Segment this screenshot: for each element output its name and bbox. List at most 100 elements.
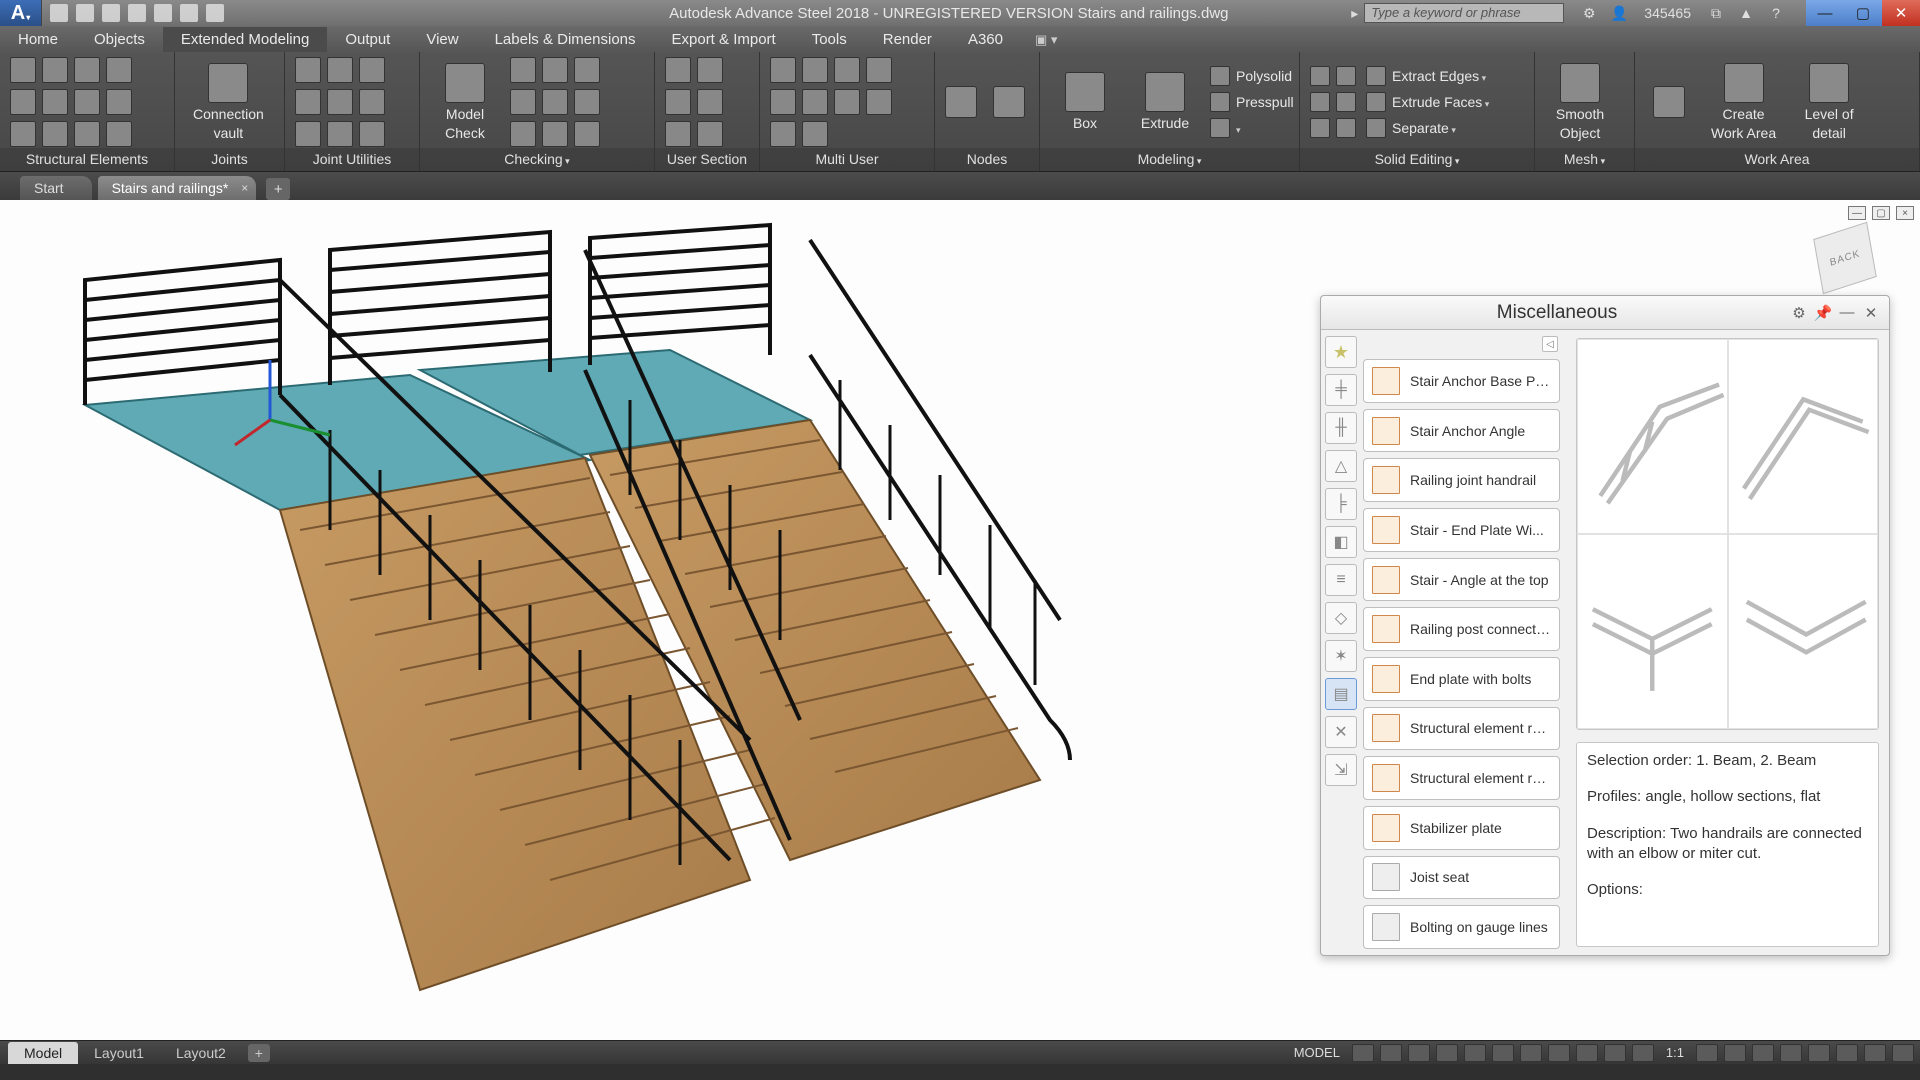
palette-item[interactable]: Bolting on gauge lines — [1363, 905, 1560, 949]
tab-view[interactable]: View — [408, 27, 476, 52]
presspull-button[interactable]: Presspull — [1210, 92, 1294, 112]
vp-maximize-icon[interactable]: ▢ — [1872, 206, 1890, 220]
tab-render[interactable]: Render — [865, 27, 950, 52]
ju-icon[interactable] — [327, 57, 353, 83]
sed-icon[interactable] — [1336, 92, 1356, 112]
tab-output[interactable]: Output — [327, 27, 408, 52]
panel-label[interactable]: Joints — [175, 148, 284, 171]
us-icon[interactable] — [665, 89, 691, 115]
cat-misc-icon[interactable]: ▤ — [1325, 678, 1357, 710]
status-isolate-icon[interactable] — [1808, 1044, 1830, 1062]
palette-item[interactable]: End plate with bolts — [1363, 657, 1560, 701]
palette-item[interactable]: Stabilizer plate — [1363, 806, 1560, 850]
panel-label[interactable]: Modeling — [1040, 148, 1299, 171]
status-dyn-icon[interactable] — [1548, 1044, 1570, 1062]
palette-settings-icon[interactable]: ⚙ — [1789, 303, 1809, 323]
ju-icon[interactable] — [359, 89, 385, 115]
status-lwt-icon[interactable] — [1576, 1044, 1598, 1062]
mu-icon[interactable] — [770, 89, 796, 115]
status-monitor-icon[interactable] — [1780, 1044, 1802, 1062]
wa-icon-button[interactable] — [1645, 82, 1693, 122]
sed-icon[interactable] — [1336, 118, 1356, 138]
mu-icon[interactable] — [770, 121, 796, 147]
box-button[interactable]: Box — [1050, 68, 1120, 135]
app-store-icon[interactable]: ▲ — [1734, 3, 1758, 23]
se-icon[interactable] — [74, 57, 100, 83]
palette-pin-icon[interactable]: 📌 — [1813, 303, 1833, 323]
tab-extended-modeling[interactable]: Extended Modeling — [163, 27, 327, 52]
mu-icon[interactable] — [866, 57, 892, 83]
status-clean-icon[interactable] — [1864, 1044, 1886, 1062]
preview-cell[interactable] — [1577, 534, 1728, 729]
cat-icon[interactable]: ╪ — [1325, 374, 1357, 406]
qat-redo-icon[interactable] — [206, 4, 224, 22]
close-tab-icon[interactable]: × — [241, 181, 248, 195]
close-button[interactable]: ✕ — [1882, 0, 1920, 26]
us-icon[interactable] — [697, 57, 723, 83]
us-icon[interactable] — [697, 89, 723, 115]
se-icon[interactable] — [106, 57, 132, 83]
mu-icon[interactable] — [802, 57, 828, 83]
palette-item[interactable]: Railing post connection — [1363, 607, 1560, 651]
cat-icon[interactable]: △ — [1325, 450, 1357, 482]
se-icon[interactable] — [74, 89, 100, 115]
se-icon[interactable] — [10, 121, 36, 147]
drawing-canvas[interactable]: — ▢ × BACK — [0, 200, 1920, 1040]
cat-icon[interactable]: ✶ — [1325, 640, 1357, 672]
panel-label[interactable]: Nodes — [935, 148, 1039, 171]
us-icon[interactable] — [665, 57, 691, 83]
layout-tab-model[interactable]: Model — [8, 1042, 78, 1064]
cat-icon[interactable]: ⇲ — [1325, 754, 1357, 786]
palette-item[interactable]: Railing joint handrail — [1363, 458, 1560, 502]
ribbon-options-icon[interactable]: ▣ ▾ — [1029, 28, 1063, 52]
sed-icon[interactable] — [1310, 92, 1330, 112]
qat-print-icon[interactable] — [154, 4, 172, 22]
cat-icon[interactable]: ◇ — [1325, 602, 1357, 634]
app-menu-button[interactable]: A — [0, 0, 42, 26]
mu-icon[interactable] — [834, 57, 860, 83]
ju-icon[interactable] — [359, 57, 385, 83]
sed-icon[interactable] — [1310, 118, 1330, 138]
status-snap-icon[interactable] — [1380, 1044, 1402, 1062]
qat-undo-icon[interactable] — [180, 4, 198, 22]
status-scale[interactable]: 1:1 — [1660, 1045, 1690, 1060]
cat-icon[interactable]: ✕ — [1325, 716, 1357, 748]
chk-icon[interactable] — [574, 89, 600, 115]
smooth-object-button[interactable]: SmoothObject — [1545, 59, 1615, 145]
status-polar-icon[interactable] — [1436, 1044, 1458, 1062]
ju-icon[interactable] — [295, 57, 321, 83]
cat-icon[interactable]: ≡ — [1325, 564, 1357, 596]
palette-item[interactable]: Joist seat — [1363, 856, 1560, 900]
chk-icon[interactable] — [574, 121, 600, 147]
panel-label[interactable]: Mesh — [1535, 148, 1634, 171]
panel-label[interactable]: Multi User — [760, 148, 934, 171]
se-icon[interactable] — [42, 89, 68, 115]
status-otrack-icon[interactable] — [1520, 1044, 1542, 1062]
us-icon[interactable] — [697, 121, 723, 147]
palette-item[interactable]: Structural element ro... — [1363, 707, 1560, 751]
status-osnap-icon[interactable] — [1464, 1044, 1486, 1062]
status-annoscale-icon[interactable] — [1724, 1044, 1746, 1062]
status-cycling-icon[interactable] — [1632, 1044, 1654, 1062]
mu-icon[interactable] — [802, 121, 828, 147]
panel-label[interactable]: Joint Utilities — [285, 148, 419, 171]
viewcube-face[interactable]: BACK — [1813, 222, 1877, 295]
cat-icon[interactable]: ╫ — [1325, 412, 1357, 444]
level-of-detail-button[interactable]: Level ofdetail — [1794, 59, 1864, 145]
palette-item[interactable]: Stair - Angle at the top — [1363, 558, 1560, 602]
se-icon[interactable] — [10, 57, 36, 83]
preview-cell[interactable] — [1577, 339, 1728, 534]
ju-icon[interactable] — [295, 121, 321, 147]
ju-icon[interactable] — [295, 89, 321, 115]
preview-cell[interactable] — [1728, 534, 1879, 729]
ju-icon[interactable] — [359, 121, 385, 147]
status-gear-icon[interactable] — [1696, 1044, 1718, 1062]
sed-icon[interactable] — [1310, 66, 1330, 86]
qat-new-icon[interactable] — [50, 4, 68, 22]
layout-tab-layout1[interactable]: Layout1 — [78, 1042, 160, 1064]
vp-minimize-icon[interactable]: — — [1848, 206, 1866, 220]
status-hardware-icon[interactable] — [1836, 1044, 1858, 1062]
create-work-area-button[interactable]: CreateWork Area — [1703, 59, 1784, 145]
se-icon[interactable] — [74, 121, 100, 147]
ju-icon[interactable] — [327, 121, 353, 147]
